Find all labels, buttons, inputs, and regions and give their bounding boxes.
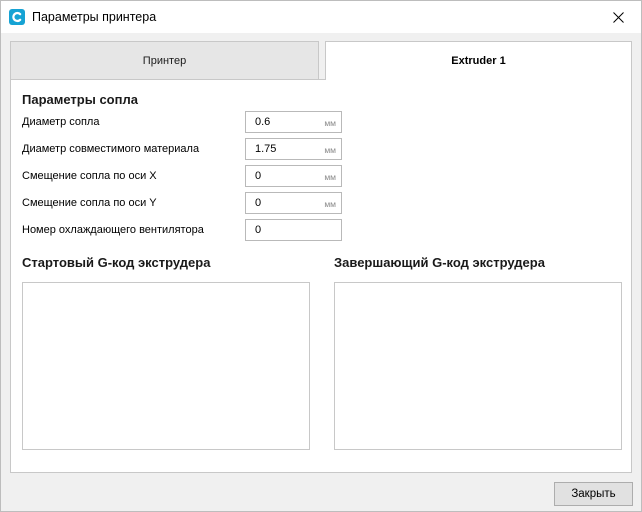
nozzle-offset-y-label: Смещение сопла по оси Y xyxy=(22,197,157,209)
close-button[interactable]: Закрыть xyxy=(554,482,633,506)
tab-extruder-1[interactable]: Extruder 1 xyxy=(325,41,632,80)
nozzle-offset-x-unit: мм xyxy=(324,172,336,182)
nozzle-offset-y-unit: мм xyxy=(324,199,336,209)
tab-printer[interactable]: Принтер xyxy=(10,41,319,79)
nozzle-diameter-value: 0.6 xyxy=(255,116,271,128)
nozzle-offset-y-input[interactable]: 0 мм xyxy=(245,192,342,214)
nozzle-diameter-label: Диаметр сопла xyxy=(22,116,100,128)
cooling-fan-number-label: Номер охлаждающего вентилятора xyxy=(22,224,204,236)
material-diameter-input[interactable]: 1.75 мм xyxy=(245,138,342,160)
material-diameter-label: Диаметр совместимого материала xyxy=(22,143,200,155)
printer-settings-dialog: Параметры принтера Принтер Extruder 1 Па… xyxy=(0,0,642,512)
nozzle-diameter-unit: мм xyxy=(324,118,336,128)
nozzle-diameter-input[interactable]: 0.6 мм xyxy=(245,111,342,133)
window-close-button[interactable] xyxy=(595,1,641,33)
nozzle-settings-title: Параметры сопла xyxy=(22,92,138,107)
nozzle-offset-x-value: 0 xyxy=(255,170,262,182)
title-bar[interactable]: Параметры принтера xyxy=(1,1,641,33)
material-diameter-unit: мм xyxy=(324,145,336,155)
window-title: Параметры принтера xyxy=(32,10,157,24)
tab-printer-label: Принтер xyxy=(142,54,187,67)
cooling-fan-number-value: 0 xyxy=(255,224,262,236)
app-logo-icon xyxy=(9,9,25,25)
nozzle-offset-x-input[interactable]: 0 мм xyxy=(245,165,342,187)
close-icon xyxy=(612,11,624,23)
start-gcode-textarea[interactable] xyxy=(22,282,310,450)
cooling-fan-number-input[interactable]: 0 xyxy=(245,219,342,241)
tab-extruder-1-label: Extruder 1 xyxy=(451,55,506,67)
end-gcode-textarea[interactable] xyxy=(334,282,622,450)
start-gcode-title: Стартовый G-код экструдера xyxy=(22,255,211,270)
end-gcode-title: Завершающий G-код экструдера xyxy=(334,255,545,270)
nozzle-offset-x-label: Смещение сопла по оси X xyxy=(22,170,157,182)
material-diameter-value: 1.75 xyxy=(255,143,277,155)
nozzle-offset-y-value: 0 xyxy=(255,197,262,209)
